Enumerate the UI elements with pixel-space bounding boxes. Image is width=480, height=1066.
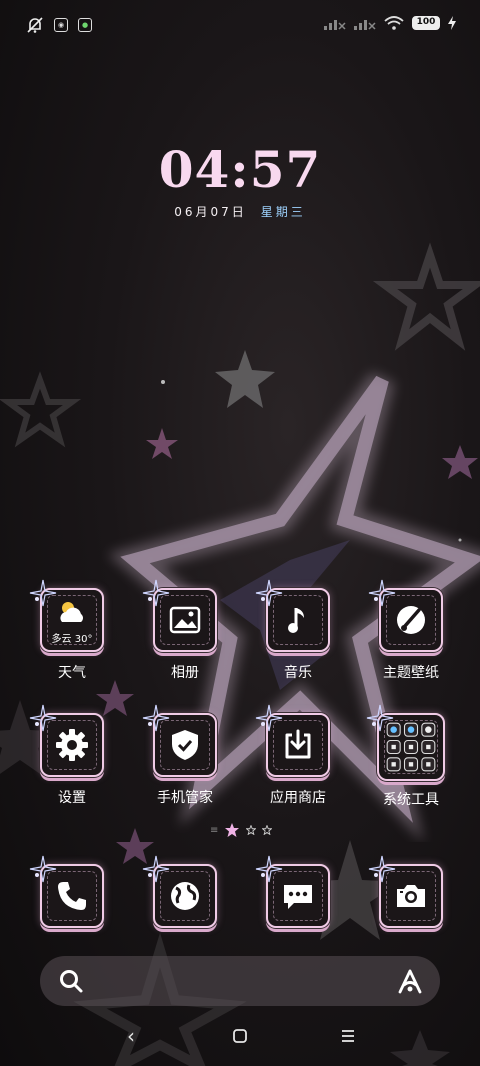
app-tile[interactable] (29, 704, 104, 777)
weather-temp: 多云 30° (51, 634, 93, 645)
status-right-icons: 100 (324, 16, 456, 30)
app-tile[interactable] (366, 704, 445, 781)
sparkle-decoration-icon (255, 704, 283, 732)
sparkle-decoration-icon (368, 579, 396, 607)
home-icon[interactable] (233, 1029, 247, 1043)
mute-bell-icon (27, 17, 43, 33)
app-label: 主题壁纸 (383, 665, 439, 681)
app-tile[interactable] (255, 704, 330, 777)
sparkle-decoration-icon (255, 855, 283, 883)
app-tools-folder[interactable]: 系统工具 (356, 704, 466, 809)
recents-menu-icon[interactable] (341, 1030, 355, 1042)
messages-icon (284, 885, 312, 909)
dock-camera[interactable] (356, 855, 466, 928)
page-dot-icon (246, 825, 257, 835)
app-tile[interactable] (368, 579, 443, 652)
sparkle-decoration-icon (368, 855, 396, 883)
wifi-icon (384, 16, 404, 30)
app-gallery[interactable]: 相册 (130, 579, 240, 682)
battery-icon: 100 (412, 16, 440, 30)
clock-date: 06月07日 (174, 205, 247, 219)
search-icon[interactable] (58, 968, 84, 994)
app-tile[interactable] (255, 855, 330, 928)
app-security[interactable]: 手机管家 (130, 704, 240, 807)
search-bar[interactable] (40, 956, 440, 1006)
settings-icon (56, 729, 88, 761)
app-tile[interactable] (255, 579, 330, 652)
camera-icon (397, 885, 425, 907)
app-music[interactable]: 音乐 (243, 579, 353, 682)
dock-phone[interactable] (17, 855, 127, 928)
page-indicator[interactable]: ≡ (210, 822, 273, 838)
app-tile[interactable]: 多云 30° (29, 579, 104, 652)
security-icon (172, 730, 198, 760)
status-bar: ◉ ● 100 (0, 0, 480, 52)
app-tile[interactable] (29, 855, 104, 928)
app-store-icon (285, 729, 311, 759)
app-weather[interactable]: 多云 30° 天气 (17, 579, 127, 682)
app-label: 应用商店 (270, 790, 326, 806)
music-icon (288, 608, 304, 633)
page-dot-active-icon (225, 823, 240, 837)
browser-icon (171, 882, 199, 910)
sparkle-decoration-icon (255, 579, 283, 607)
gallery-icon (169, 606, 201, 634)
theme-icon (397, 606, 425, 634)
clock-date-line: 06月07日 星期三 (0, 203, 480, 220)
signal-1-icon (324, 20, 346, 30)
sparkle-decoration-icon (142, 704, 170, 732)
weather-icon (60, 602, 83, 622)
app-settings[interactable]: 设置 (17, 704, 127, 807)
signal-2-icon (354, 20, 376, 30)
app-label: 系统工具 (383, 792, 439, 808)
app-store[interactable]: 应用商店 (243, 704, 353, 807)
page-dot-icon (262, 825, 273, 835)
app-label: 音乐 (284, 665, 312, 681)
app-label: 相册 (171, 665, 199, 681)
chat-app-icon: ◉ (54, 18, 68, 32)
sparkle-decoration-icon (29, 855, 57, 883)
back-icon[interactable]: ‹ (127, 1024, 135, 1048)
page-indicator-menu-icon: ≡ (210, 824, 219, 836)
sparkle-decoration-icon (29, 579, 57, 607)
clock-widget[interactable]: 04:57 06月07日 星期三 (0, 140, 480, 220)
charging-icon (448, 16, 456, 30)
clock-weekday: 星期三 (260, 205, 306, 219)
assistant-icon[interactable] (396, 968, 424, 996)
app-label: 手机管家 (157, 790, 213, 806)
dock-messages[interactable] (243, 855, 353, 928)
app-tile[interactable] (142, 579, 217, 652)
phone-icon (58, 882, 86, 910)
app-tile[interactable] (142, 704, 217, 777)
sparkle-decoration-icon (366, 704, 394, 732)
app-label: 天气 (58, 665, 86, 681)
sparkle-decoration-icon (142, 855, 170, 883)
sparkle-decoration-icon (29, 704, 57, 732)
clock-time: 04:57 (158, 140, 322, 199)
app-tile[interactable] (368, 855, 443, 928)
camera-app-icon: ● (78, 18, 92, 32)
app-tile[interactable] (142, 855, 217, 928)
app-label: 设置 (58, 790, 86, 806)
app-themes[interactable]: 主题壁纸 (356, 579, 466, 682)
dock-browser[interactable] (130, 855, 240, 928)
sparkle-decoration-icon (142, 579, 170, 607)
status-left-icons: ◉ ● (26, 16, 92, 34)
navigation-bar: ‹ (0, 1018, 480, 1058)
